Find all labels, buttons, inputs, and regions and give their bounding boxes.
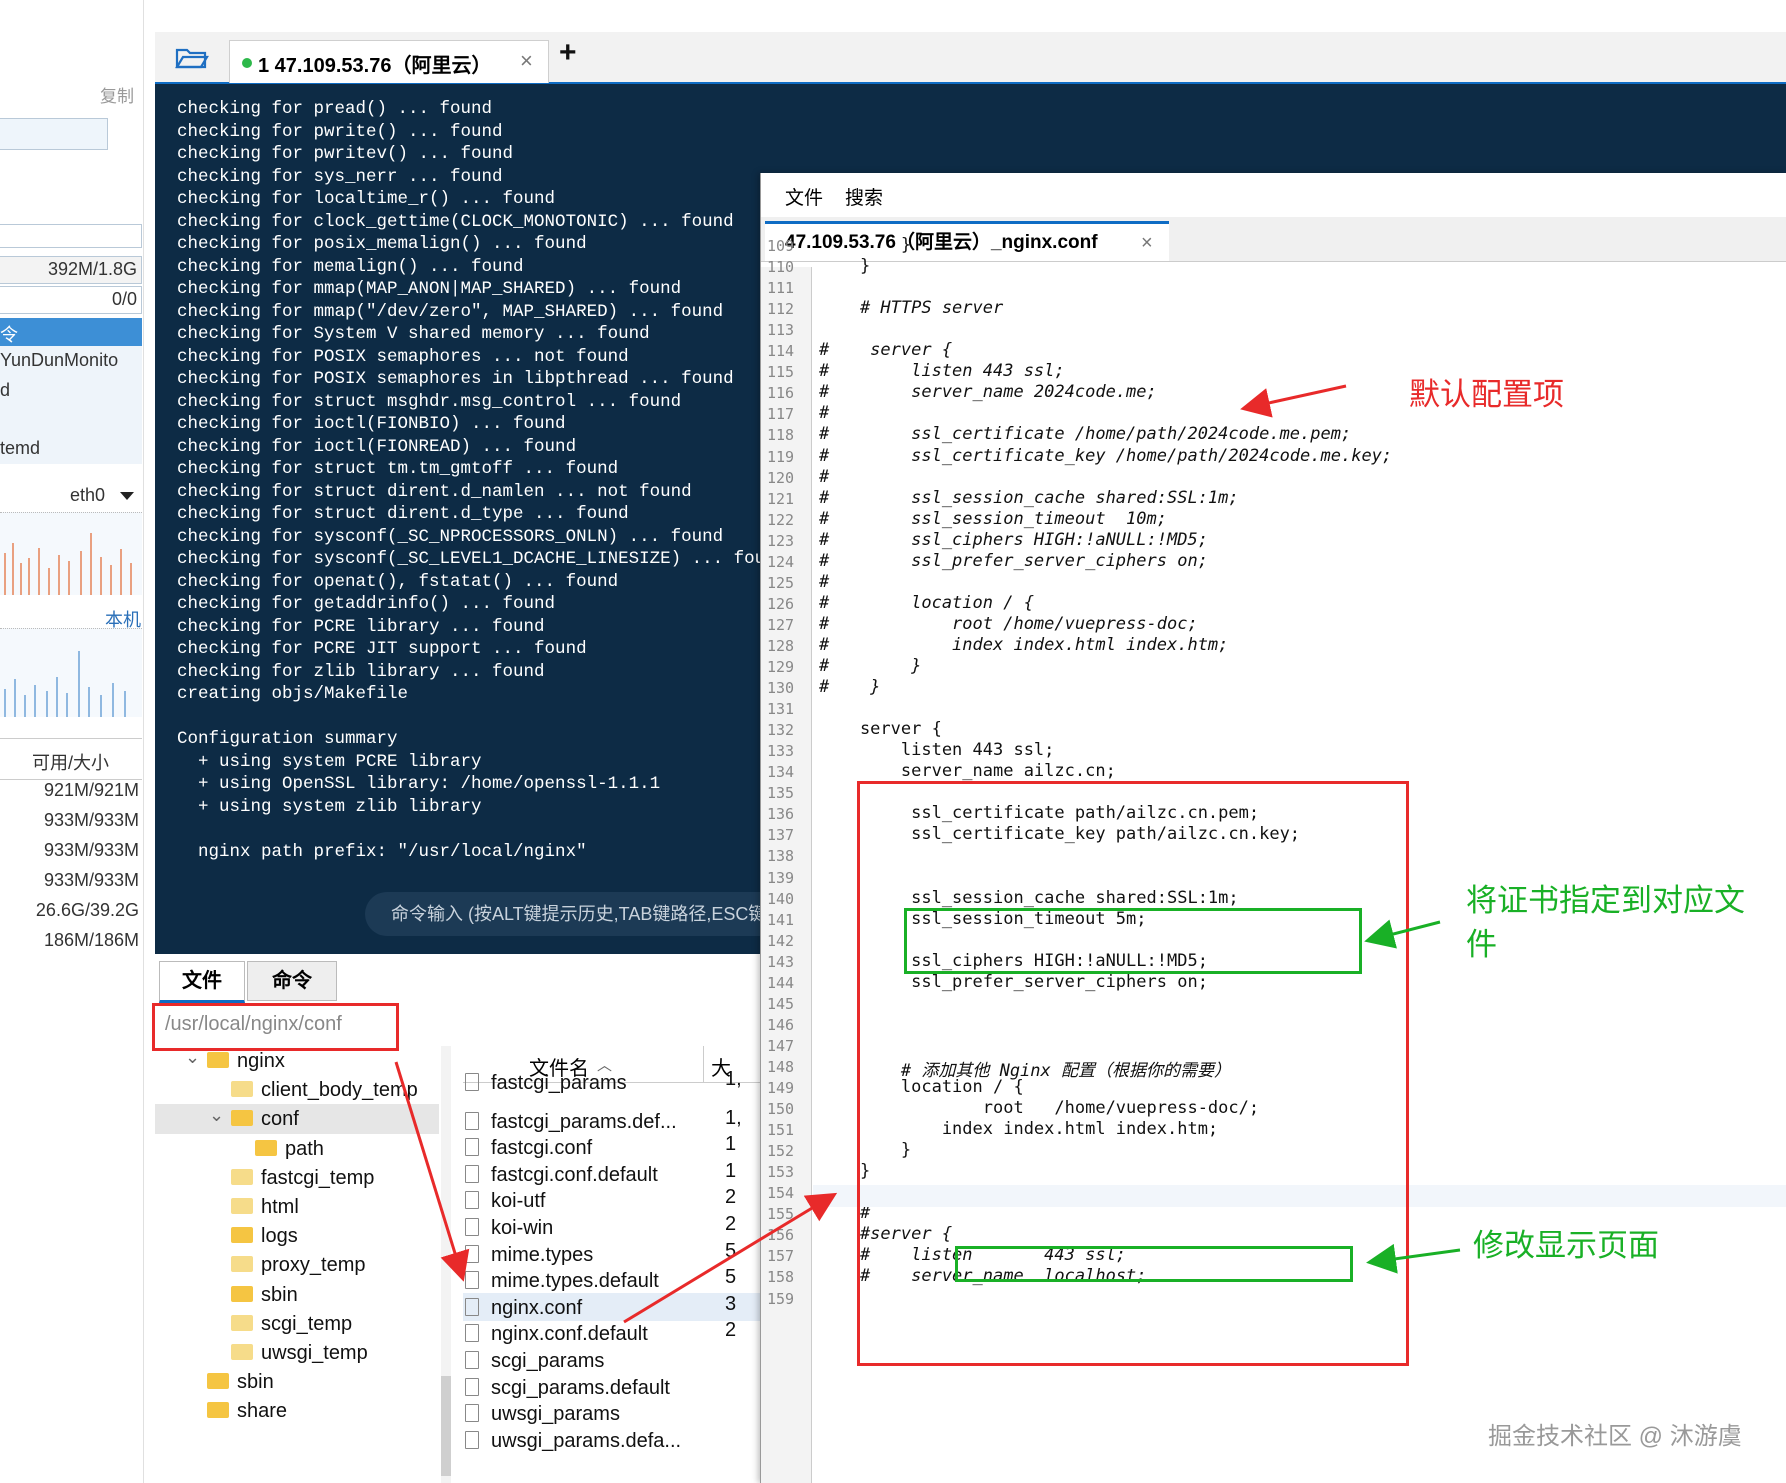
arrow-cert — [1364, 919, 1441, 949]
arrow-default-config — [1240, 384, 1347, 418]
annotation-arrows — [394, 384, 1461, 1324]
watermark: 掘金技术社区 @ 沐游虞 — [1488, 1423, 1742, 1450]
arrow-root — [1366, 1243, 1461, 1274]
arrow-path-to-file — [394, 1061, 470, 1282]
arrow-file-to-editor — [623, 1192, 838, 1324]
